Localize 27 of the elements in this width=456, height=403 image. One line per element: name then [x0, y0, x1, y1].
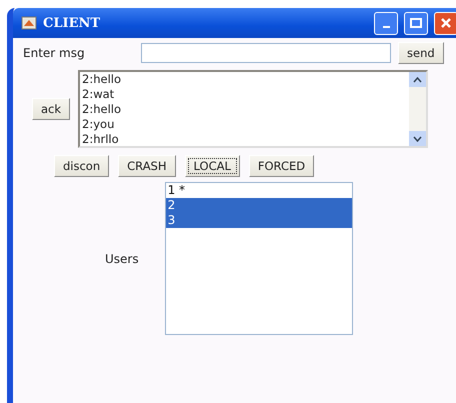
- log-line: 2:wat: [82, 87, 116, 102]
- users-label: Users: [105, 252, 139, 266]
- log-line: 2:hello: [82, 72, 122, 87]
- ack-button[interactable]: ack: [32, 98, 70, 120]
- user-item[interactable]: 2: [166, 198, 352, 213]
- scroll-up-icon[interactable]: [409, 72, 426, 87]
- close-button[interactable]: [434, 12, 456, 34]
- message-label: Enter msg: [23, 46, 86, 60]
- minimize-button[interactable]: [374, 12, 398, 34]
- maximize-button[interactable]: [404, 12, 428, 34]
- action-button[interactable]: CRASH: [118, 155, 176, 177]
- log-line: 2:hrllo: [82, 132, 120, 147]
- scroll-bar[interactable]: [409, 72, 426, 146]
- message-input[interactable]: [141, 43, 391, 63]
- minimize-icon: [382, 26, 390, 28]
- log-line: 2:hello: [82, 102, 122, 117]
- action-button[interactable]: FORCED: [248, 155, 314, 177]
- user-item[interactable]: 3: [166, 213, 352, 228]
- send-button[interactable]: send: [398, 42, 444, 64]
- action-button[interactable]: discon: [54, 155, 110, 177]
- maximize-icon: [410, 18, 422, 28]
- app-icon: [21, 15, 37, 31]
- action-button[interactable]: LOCAL: [184, 155, 240, 177]
- scroll-down-icon[interactable]: [409, 131, 426, 146]
- close-icon: [440, 17, 452, 29]
- log-line: 2:you: [82, 117, 116, 132]
- window-title: CLIENT: [43, 16, 102, 30]
